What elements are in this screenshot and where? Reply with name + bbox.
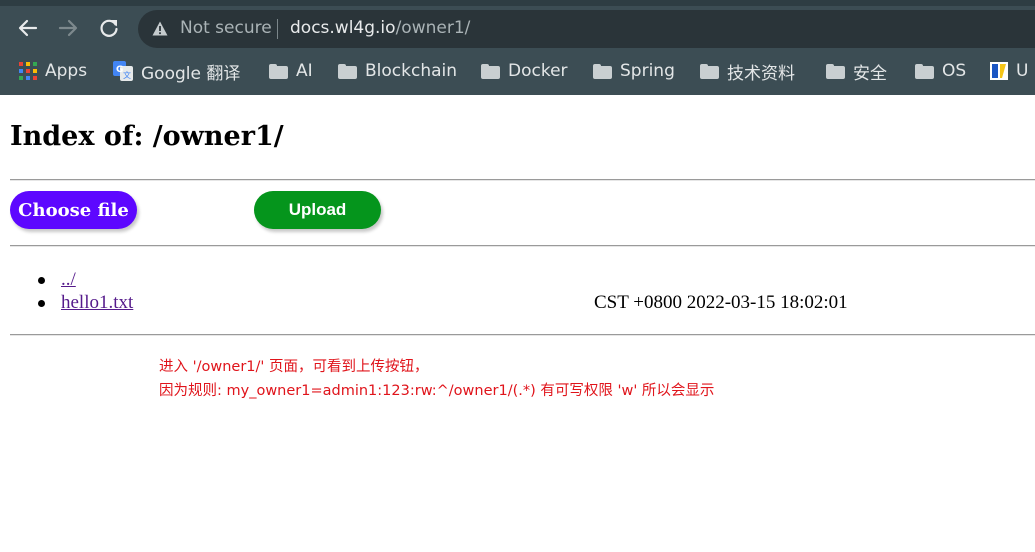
bookmark-favicon-icon bbox=[990, 62, 1008, 80]
folder-icon bbox=[593, 63, 612, 79]
apps-grid-icon bbox=[19, 62, 37, 80]
bookmark-label: 技术资料 bbox=[727, 63, 795, 84]
bookmarks-bar: Apps G 文 Google 翻译 AI Blockchain Docker … bbox=[0, 56, 1035, 86]
page-title: Index of: /owner1/ bbox=[10, 121, 284, 152]
folder-icon bbox=[481, 63, 500, 79]
security-status-label[interactable]: Not secure bbox=[180, 18, 272, 38]
bookmark-u[interactable]: U bbox=[990, 56, 1028, 86]
page-content: Index of: /owner1/ Choose file Upload ..… bbox=[0, 95, 1035, 552]
warning-triangle-icon bbox=[152, 21, 168, 36]
bookmark-apps[interactable]: Apps bbox=[19, 56, 87, 86]
tab-strip-edge bbox=[0, 0, 1035, 6]
divider-bottom bbox=[10, 334, 1035, 336]
list-bullet bbox=[38, 277, 45, 284]
bookmark-folder-blockchain[interactable]: Blockchain bbox=[338, 56, 457, 86]
annotation-line-1: 进入 '/owner1/' 页面，可看到上传按钮， bbox=[159, 359, 429, 375]
divider-middle bbox=[10, 245, 1035, 247]
forward-arrow-icon bbox=[58, 19, 78, 37]
bookmark-label: Apps bbox=[45, 61, 88, 81]
bookmark-folder-docker[interactable]: Docker bbox=[481, 56, 568, 86]
url-path: /owner1/ bbox=[395, 18, 471, 38]
address-separator bbox=[277, 19, 278, 39]
google-translate-icon: G 文 bbox=[113, 61, 133, 81]
choose-file-button[interactable]: Choose file bbox=[10, 191, 137, 229]
folder-icon bbox=[826, 63, 845, 79]
upload-button[interactable]: Upload bbox=[254, 191, 381, 229]
browser-chrome: Not secure docs.wl4g.io/owner1/ Apps G 文… bbox=[0, 0, 1035, 95]
url-host: docs.wl4g.io bbox=[290, 18, 396, 38]
bookmark-folder-ai[interactable]: AI bbox=[269, 56, 313, 86]
bookmark-folder-security[interactable]: 安全 bbox=[826, 56, 887, 86]
url-text[interactable]: docs.wl4g.io/owner1/ bbox=[290, 18, 470, 38]
bookmark-label: AI bbox=[296, 61, 313, 81]
file-link-hello1[interactable]: hello1.txt bbox=[61, 292, 133, 314]
bookmark-label: Google 翻译 bbox=[141, 63, 241, 84]
bookmark-folder-os[interactable]: OS bbox=[915, 56, 966, 86]
bookmark-label: Spring bbox=[620, 61, 675, 81]
bookmark-label: Docker bbox=[508, 61, 568, 81]
back-button[interactable] bbox=[15, 15, 41, 41]
bookmark-label: OS bbox=[942, 61, 967, 81]
list-item: hello1.txt CST +0800 2022-03-15 18:02:01 bbox=[0, 292, 1035, 314]
bookmark-folder-spring[interactable]: Spring bbox=[593, 56, 675, 86]
reload-button[interactable] bbox=[96, 15, 122, 41]
annotation-line-2: 因为规则: my_owner1=admin1:123:rw:^/owner1/(… bbox=[159, 383, 715, 399]
list-bullet bbox=[38, 300, 45, 307]
bookmark-label: U bbox=[1016, 61, 1029, 81]
folder-icon bbox=[338, 63, 357, 79]
bookmark-folder-tech-docs[interactable]: 技术资料 bbox=[700, 56, 795, 86]
forward-button[interactable] bbox=[55, 15, 81, 41]
address-bar[interactable]: Not secure docs.wl4g.io/owner1/ bbox=[138, 10, 1035, 48]
divider-top bbox=[10, 179, 1035, 181]
reload-icon bbox=[100, 19, 118, 37]
list-item: ../ bbox=[0, 269, 1035, 291]
file-modified-date: CST +0800 2022-03-15 18:02:01 bbox=[594, 292, 848, 313]
svg-text:文: 文 bbox=[123, 70, 131, 80]
bookmark-google-translate[interactable]: G 文 Google 翻译 bbox=[113, 56, 240, 86]
back-arrow-icon bbox=[18, 19, 38, 37]
bookmark-label: 安全 bbox=[853, 63, 887, 84]
bookmark-label: Blockchain bbox=[365, 61, 458, 81]
parent-directory-link[interactable]: ../ bbox=[61, 269, 76, 291]
folder-icon bbox=[915, 63, 934, 79]
folder-icon bbox=[700, 63, 719, 79]
folder-icon bbox=[269, 63, 288, 79]
